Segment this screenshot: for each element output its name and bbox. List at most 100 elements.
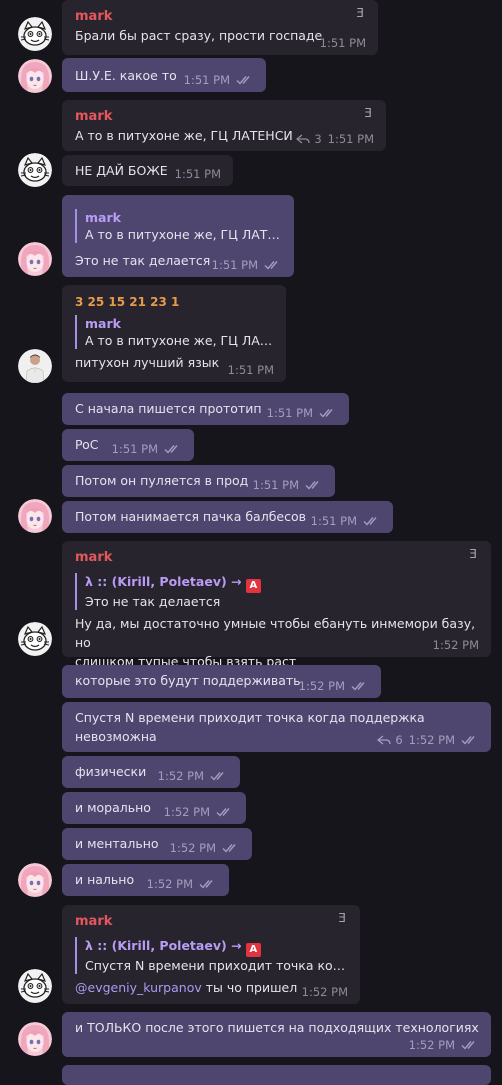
avatar-self[interactable] [18, 499, 52, 533]
message-bubble[interactable]: mark Ǝ А то в питухоне же, ГЦ ЛАТЕНСИ 3 … [62, 100, 386, 151]
sender-name[interactable]: mark [75, 549, 479, 567]
double-check-icon [351, 681, 369, 691]
reply-quote[interactable]: mark А то в питухоне же, ГЦ ЛАТЕ... [75, 315, 274, 349]
quote-author: mark [85, 210, 121, 225]
girl-avatar-icon [18, 242, 52, 276]
message-bubble[interactable]: НЕ ДАЙ БОЖЕ 1:51 PM [62, 155, 233, 186]
message-bubble[interactable]: Потом он пуляется в прод 1:51 PM [62, 465, 335, 497]
avatar-mark[interactable] [18, 969, 52, 1003]
message-bubble[interactable]: mark Ǝ Брали бы раст сразу, прости госпа… [62, 0, 378, 55]
double-check-icon [216, 807, 234, 817]
quote-text: А то в питухоне же, ГЦ ЛАТЕН... [85, 227, 282, 242]
message-time: 1:52 PM [408, 733, 455, 747]
double-check-icon [164, 444, 182, 454]
man-avatar-icon [18, 349, 52, 383]
double-check-icon [305, 480, 323, 490]
a-button-icon: A [245, 943, 261, 957]
avatar-mark[interactable] [18, 622, 52, 656]
sender-handle: Ǝ [364, 106, 372, 120]
message-time: 1:52 PM [169, 841, 216, 855]
message-bubble[interactable]: Спустя N времени приходит точка когда по… [62, 702, 491, 752]
message-time: 1:51 PM [211, 258, 258, 272]
double-check-icon [319, 408, 337, 418]
message-bubble-partial[interactable] [62, 1065, 491, 1085]
message-meta: 1:52 PM [158, 769, 228, 783]
message-bubble[interactable]: и нально 1:52 PM [62, 864, 229, 896]
message-bubble[interactable]: Потом нанимается пачка балбесов 1:51 PM [62, 501, 393, 533]
message-meta: 1:51 PM [228, 363, 274, 377]
message-meta: 1:51 PM [267, 406, 337, 420]
message-time: 1:52 PM [146, 877, 193, 891]
girl-avatar-icon [18, 59, 52, 93]
quote-text: Это не так делается [85, 594, 221, 609]
reply-arrow-icon [377, 735, 391, 745]
message-bubble[interactable]: и ТОЛЬКО после этого пишется на подходящ… [62, 1012, 491, 1057]
a-button-icon: A [245, 579, 261, 593]
sender-name[interactable]: mark [75, 8, 366, 26]
user-mention[interactable]: @evgeniy_kurpanov [75, 980, 202, 995]
message-time: 1:51 PM [266, 406, 313, 420]
reply-quote[interactable]: λ :: (Kirill, Poletaev) → A Это не так д… [75, 573, 479, 610]
message-bubble[interactable]: С начала пишется прототип 1:51 PM [62, 393, 349, 425]
message-bubble[interactable]: Ш.У.Е. какое то 1:51 PM [62, 58, 266, 92]
reply-arrow-icon [296, 134, 310, 144]
message-time: 1:51 PM [327, 132, 374, 146]
message-time: 1:52 PM [408, 1038, 455, 1052]
replies-count: 6 [395, 733, 403, 747]
message-time: 1:51 PM [227, 363, 274, 377]
message-time: 1:52 PM [157, 769, 204, 783]
girl-avatar-icon [18, 499, 52, 533]
double-check-icon [461, 1040, 479, 1050]
message-bubble[interactable]: 3 25 15 21 23 1 mark А то в питухоне же,… [62, 285, 286, 382]
message-meta: 6 1:52 PM [377, 733, 479, 747]
message-time: 1:52 PM [298, 679, 345, 693]
double-check-icon [236, 75, 254, 85]
message-bubble[interactable]: которые это будут поддерживать 1:52 PM [62, 665, 381, 698]
message-bubble[interactable]: и ментально 1:52 PM [62, 828, 252, 860]
message-meta: 1:52 PM [170, 841, 240, 855]
message-bubble[interactable]: PoC 1:51 PM [62, 429, 194, 461]
message-bubble[interactable]: mark Ǝ λ :: (Kirill, Poletaev) → A Спуст… [62, 905, 360, 1004]
quote-text: Спустя N времени приходит точка когд... [85, 958, 348, 973]
message-bubble[interactable]: и морально 1:52 PM [62, 792, 246, 824]
message-meta: 3 1:51 PM [296, 132, 374, 146]
avatar-mark[interactable] [18, 17, 52, 51]
message-time: 1:51 PM [111, 442, 158, 456]
girl-avatar-icon [18, 863, 52, 897]
message-text: и ТОЛЬКО после этого пишется на подходящ… [75, 1020, 479, 1035]
message-meta: 1:52 PM [299, 679, 369, 693]
message-meta: 1:51 PM [311, 514, 381, 528]
message-meta: 1:52 PM [164, 805, 234, 819]
double-check-icon [363, 516, 381, 526]
avatar-self[interactable] [18, 59, 52, 93]
message-bubble[interactable]: физически 1:52 PM [62, 756, 240, 788]
message-bubble[interactable]: mark Ǝ λ :: (Kirill, Poletaev) → A Это н… [62, 541, 491, 669]
quote-author: λ :: (Kirill, Poletaev) → A [85, 937, 348, 957]
avatar-self[interactable] [18, 1022, 52, 1056]
avatar-user[interactable] [18, 349, 52, 383]
avatar-self[interactable] [18, 242, 52, 276]
message-time: 1:52 PM [163, 805, 210, 819]
message-meta: 1:51 PM [253, 478, 323, 492]
avatar-self[interactable] [18, 863, 52, 897]
message-meta: 1:51 PM [112, 442, 182, 456]
sender-handle: Ǝ [338, 911, 346, 925]
message-meta: 1:51 PM [320, 36, 366, 50]
message-meta: 1:52 PM [302, 985, 348, 999]
message-text-line1: Спустя N времени приходит точка когда по… [75, 710, 425, 725]
reply-quote[interactable]: λ :: (Kirill, Poletaev) → A Спустя N вре… [75, 937, 348, 974]
double-check-icon [222, 843, 240, 853]
double-check-icon [210, 771, 228, 781]
reply-quote[interactable]: mark А то в питухоне же, ГЦ ЛАТЕН... [75, 209, 282, 243]
sender-name[interactable]: mark [75, 913, 348, 931]
message-time: 1:51 PM [310, 514, 357, 528]
avatar-mark[interactable] [18, 153, 52, 187]
replies-indicator[interactable]: 3 [296, 132, 322, 146]
message-time: 1:52 PM [432, 638, 479, 652]
message-bubble[interactable]: mark А то в питухоне же, ГЦ ЛАТЕН... Это… [62, 195, 294, 277]
quote-author: λ :: (Kirill, Poletaev) → A [85, 573, 479, 593]
sender-name[interactable]: 3 25 15 21 23 1 [75, 293, 274, 311]
sender-name[interactable]: mark [75, 108, 374, 126]
replies-indicator[interactable]: 6 [377, 733, 403, 747]
message-meta: 1:51 PM [212, 258, 282, 272]
